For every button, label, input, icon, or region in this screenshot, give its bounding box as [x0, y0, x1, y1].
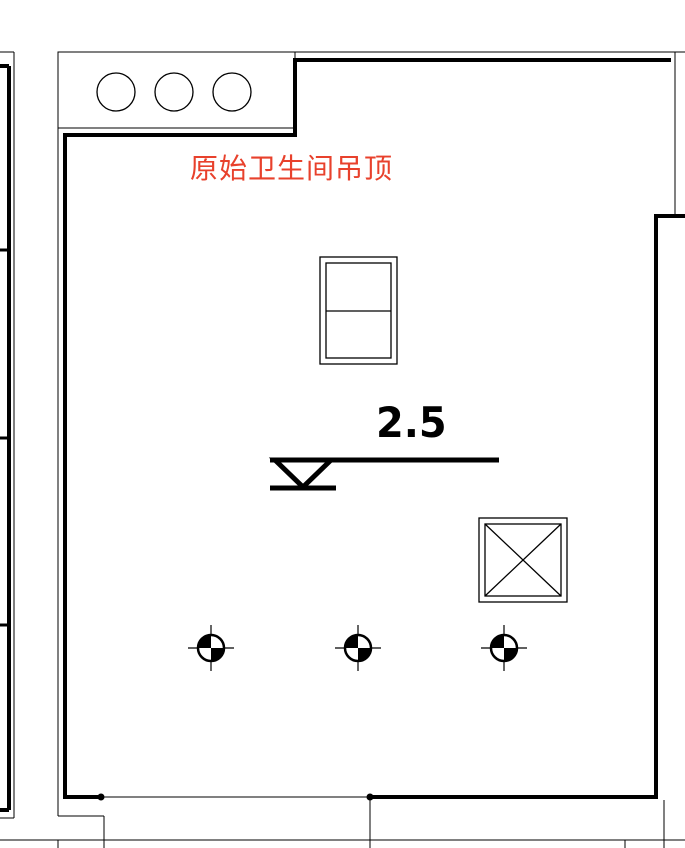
pipe-circle-icon: [212, 72, 252, 112]
pipe-shaft: [57, 51, 296, 129]
pipe-circle-icon: [96, 72, 136, 112]
ceiling-elevation-value: 2.5: [376, 398, 447, 447]
drawing-title: 原始卫生间吊顶: [190, 152, 394, 185]
left-adjacent-wall: [0, 51, 15, 819]
ceiling-plan-drawing: [0, 51, 685, 848]
downlight-icon: [335, 625, 381, 671]
pipe-circle-icon: [154, 72, 194, 112]
exhaust-icon: [478, 517, 568, 603]
downlight-icon: [481, 625, 527, 671]
elevation-marker-icon: [268, 457, 499, 491]
downlight-icon: [188, 625, 234, 671]
room-wall-right: [370, 214, 685, 799]
vent-fan-icon: [319, 256, 398, 365]
